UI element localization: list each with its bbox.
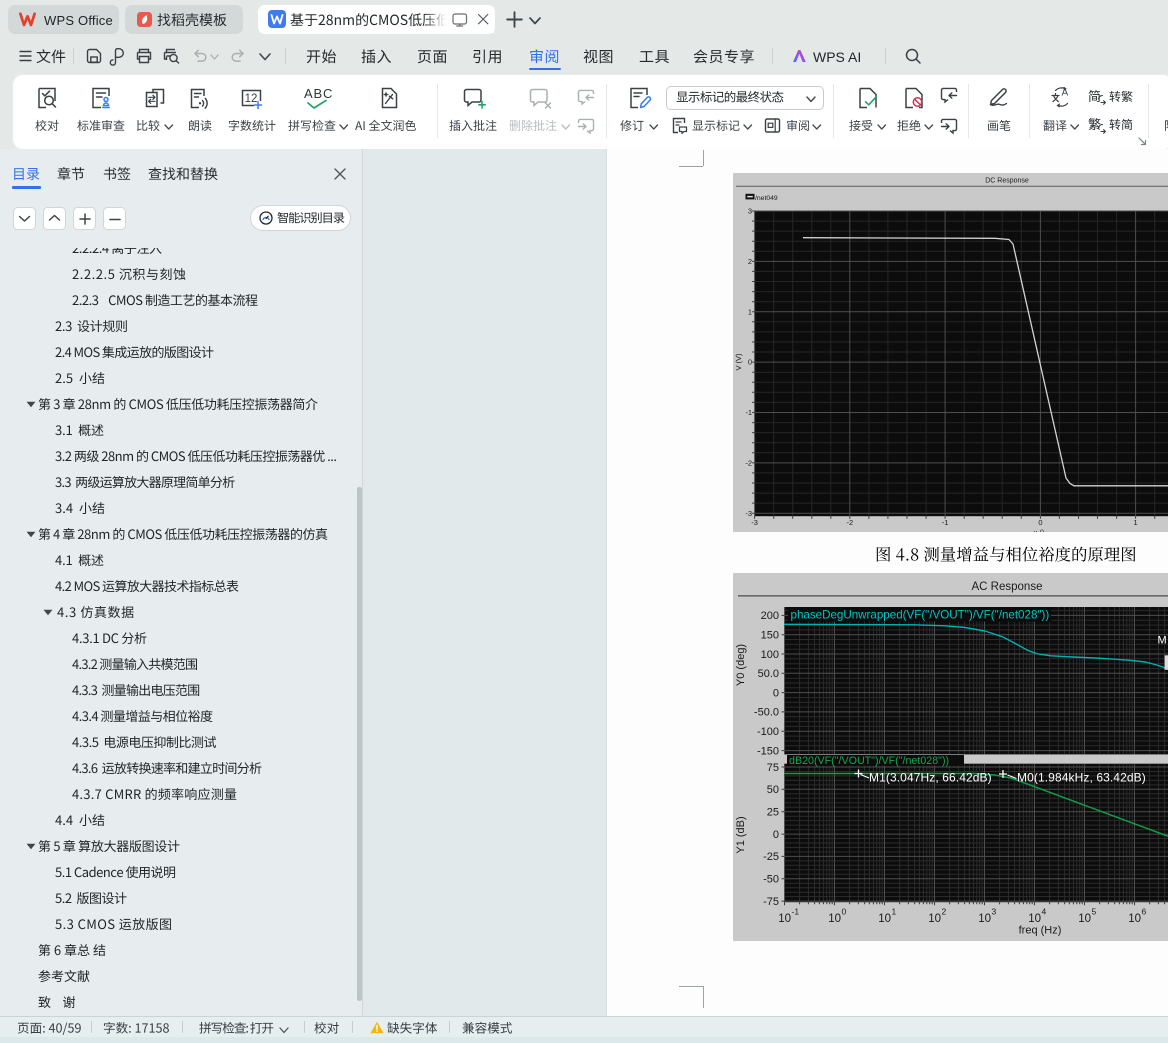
svg-text:1: 1 bbox=[748, 307, 752, 316]
svg-text:25: 25 bbox=[767, 807, 779, 819]
svg-text:Y1 (dB): Y1 (dB) bbox=[735, 816, 747, 853]
svg-text:3: 3 bbox=[992, 907, 997, 917]
svg-text:2: 2 bbox=[942, 907, 947, 917]
svg-text:/net049: /net049 bbox=[755, 195, 778, 202]
svg-text:10: 10 bbox=[778, 913, 791, 925]
svg-text:dB20(VF("/VOUT")/VF("/net028"): dB20(VF("/VOUT")/VF("/net028")) bbox=[789, 755, 949, 767]
svg-text:-3: -3 bbox=[751, 518, 758, 527]
svg-text:2: 2 bbox=[748, 257, 752, 266]
svg-text:M: M bbox=[1158, 635, 1167, 647]
svg-text:x (): x () bbox=[1034, 528, 1045, 532]
svg-text:10: 10 bbox=[928, 913, 941, 925]
svg-text:10: 10 bbox=[828, 913, 841, 925]
svg-text:0: 0 bbox=[748, 358, 752, 367]
svg-text:-150: -150 bbox=[757, 745, 779, 757]
svg-text:1: 1 bbox=[1134, 518, 1138, 527]
svg-text:150: 150 bbox=[761, 630, 779, 642]
svg-text:1: 1 bbox=[892, 907, 897, 917]
svg-text:6: 6 bbox=[1142, 907, 1147, 917]
svg-text:-50.0: -50.0 bbox=[754, 707, 779, 719]
svg-text:-25: -25 bbox=[763, 851, 779, 863]
svg-text:3: 3 bbox=[748, 207, 752, 216]
svg-text:Y0 (deg): Y0 (deg) bbox=[735, 644, 747, 686]
svg-text:50: 50 bbox=[767, 784, 779, 796]
svg-text:-2: -2 bbox=[745, 459, 752, 468]
svg-text:50.0: 50.0 bbox=[758, 668, 779, 680]
svg-text:10: 10 bbox=[1128, 913, 1141, 925]
svg-text:-1: -1 bbox=[942, 518, 949, 527]
svg-text:AC Response: AC Response bbox=[972, 581, 1043, 593]
svg-text:100: 100 bbox=[761, 649, 779, 661]
svg-text:10: 10 bbox=[1078, 913, 1091, 925]
svg-text:-100: -100 bbox=[757, 726, 779, 738]
svg-text:-50: -50 bbox=[763, 874, 779, 886]
svg-text:75: 75 bbox=[767, 762, 779, 774]
svg-text:-75: -75 bbox=[763, 896, 779, 908]
svg-text:0: 0 bbox=[773, 829, 779, 841]
svg-text:10: 10 bbox=[878, 913, 891, 925]
svg-text:V (V): V (V) bbox=[734, 353, 743, 371]
svg-text:freq (Hz): freq (Hz) bbox=[1019, 925, 1062, 937]
svg-text:-1: -1 bbox=[745, 408, 752, 417]
svg-text:phaseDegUnwrapped(VF("/VOUT")/: phaseDegUnwrapped(VF("/VOUT")/VF("/net02… bbox=[791, 609, 1050, 622]
svg-text:5: 5 bbox=[1092, 907, 1097, 917]
svg-text:-3: -3 bbox=[745, 509, 752, 518]
svg-text:12: 12 bbox=[245, 93, 258, 105]
svg-text:M0(1.984kHz, 63.42dB): M0(1.984kHz, 63.42dB) bbox=[1017, 771, 1146, 785]
svg-text:4: 4 bbox=[1042, 907, 1047, 917]
svg-text:200: 200 bbox=[761, 610, 779, 622]
svg-text:0: 0 bbox=[1038, 518, 1042, 527]
svg-text:-2: -2 bbox=[846, 518, 853, 527]
svg-text:DC Response: DC Response bbox=[985, 178, 1029, 185]
svg-text:0: 0 bbox=[773, 687, 779, 699]
svg-text:M1(3.047Hz, 66.42dB): M1(3.047Hz, 66.42dB) bbox=[869, 771, 992, 785]
svg-text:10: 10 bbox=[1028, 913, 1041, 925]
svg-text:0: 0 bbox=[842, 907, 847, 917]
svg-text:10: 10 bbox=[978, 913, 991, 925]
svg-text:-1: -1 bbox=[792, 907, 800, 917]
